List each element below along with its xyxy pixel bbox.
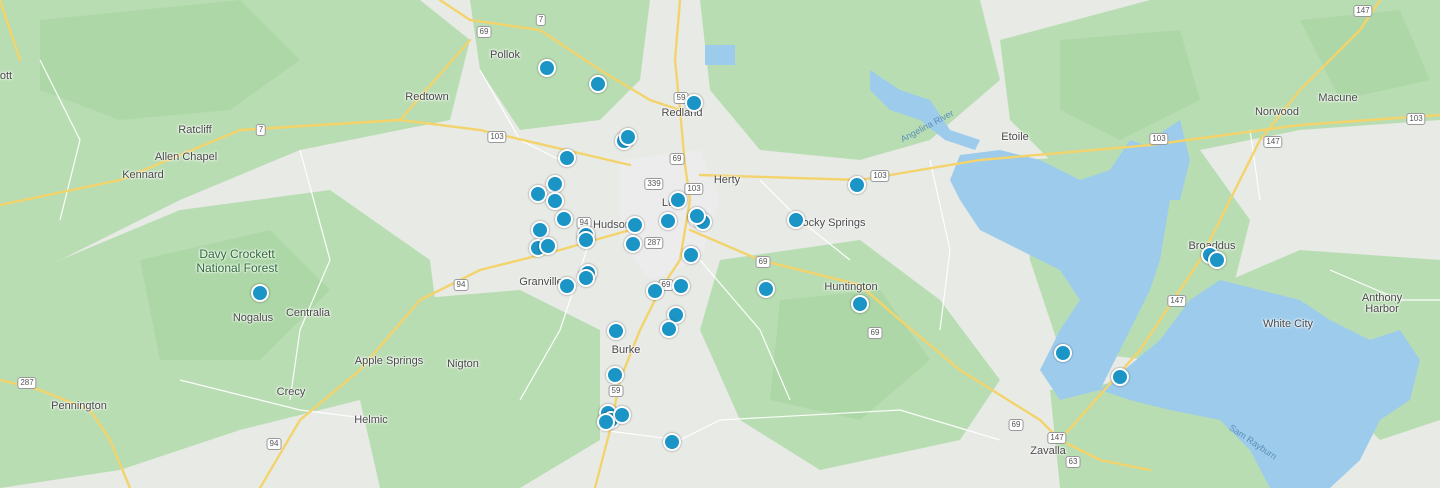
forest-label: Davy Crockett National Forest (196, 247, 277, 275)
location-marker[interactable] (672, 277, 690, 295)
location-marker[interactable] (688, 207, 706, 225)
highway-shield-s287a: 287 (644, 237, 664, 249)
location-marker[interactable] (669, 191, 687, 209)
place-label-kennard: Kennard (122, 169, 164, 181)
location-marker[interactable] (851, 295, 869, 313)
highway-shield-s7b: 7 (255, 124, 267, 136)
place-label-apple-springs: Apple Springs (354, 355, 424, 367)
location-marker[interactable] (607, 322, 625, 340)
highway-shield-s147d: 147 (1047, 432, 1067, 444)
place-label-zavalla: Zavalla (1030, 445, 1066, 457)
highway-shield-s69a: 69 (476, 26, 492, 38)
place-label-herty: Herty (713, 174, 741, 186)
highway-shield-s287b: 287 (17, 377, 37, 389)
map-view[interactable]: Pollok Redtown Ratcliff Allen Chapel Kennard… (0, 0, 1440, 488)
highway-shield-s94c: 94 (266, 438, 282, 450)
place-label-nigton: Nigton (447, 358, 479, 370)
highway-shield-s69d: 69 (755, 256, 771, 268)
highway-shield-s103a: 103 (487, 131, 507, 143)
highway-shield-s147b: 147 (1263, 136, 1283, 148)
highway-shield-s147c: 147 (1167, 295, 1187, 307)
highway-shield-s7a: 7 (535, 14, 547, 26)
place-label-allen-chapel: Allen Chapel (154, 151, 218, 163)
location-marker[interactable] (848, 176, 866, 194)
location-marker[interactable] (787, 211, 805, 229)
highway-shield-s103c: 103 (870, 170, 890, 182)
location-marker[interactable] (626, 216, 644, 234)
place-label-helmic: Helmic (354, 414, 388, 426)
place-label-pollok: Pollok (490, 49, 520, 61)
location-marker[interactable] (613, 406, 631, 424)
location-marker[interactable] (619, 128, 637, 146)
place-label-norwood: Norwood (1254, 106, 1300, 118)
place-label-harbor: Harbor (1365, 303, 1399, 315)
location-marker[interactable] (663, 433, 681, 451)
forest-label-line2: National Forest (196, 261, 278, 275)
place-label-redtown: Redtown (405, 91, 449, 103)
location-marker[interactable] (660, 320, 678, 338)
location-marker[interactable] (558, 149, 576, 167)
location-marker[interactable] (597, 413, 615, 431)
place-label-granville: Granville (519, 276, 563, 288)
location-marker[interactable] (558, 277, 576, 295)
place-label-centralia: Centralia (285, 307, 331, 319)
location-marker[interactable] (1208, 251, 1226, 269)
place-label-white-city: White City (1262, 318, 1314, 330)
highway-shield-s69b: 69 (669, 153, 685, 165)
location-marker[interactable] (555, 210, 573, 228)
location-marker[interactable] (538, 59, 556, 77)
place-label-crecy: Crecy (276, 386, 306, 398)
highway-shield-s147a: 147 (1353, 5, 1373, 17)
location-marker[interactable] (682, 246, 700, 264)
location-marker[interactable] (539, 237, 557, 255)
place-label-edge-ott: ott (0, 70, 13, 82)
location-marker[interactable] (685, 94, 703, 112)
highway-shield-s69e: 69 (867, 327, 883, 339)
location-marker[interactable] (606, 366, 624, 384)
place-label-etoile: Etoile (1001, 131, 1029, 143)
highway-shield-s103b: 103 (684, 183, 704, 195)
location-marker[interactable] (546, 192, 564, 210)
highway-shield-s103d: 103 (1149, 133, 1169, 145)
location-marker[interactable] (577, 269, 595, 287)
location-marker[interactable] (577, 231, 595, 249)
place-label-macune: Macune (1318, 92, 1358, 104)
location-marker[interactable] (546, 175, 564, 193)
location-marker[interactable] (1054, 344, 1072, 362)
highway-shield-s63: 63 (1065, 456, 1081, 468)
location-marker[interactable] (1111, 368, 1129, 386)
highway-shield-s94b: 94 (453, 279, 469, 291)
highway-shield-s59b: 59 (608, 385, 624, 397)
place-label-pennington: Pennington (51, 400, 107, 412)
location-marker[interactable] (757, 280, 775, 298)
location-marker[interactable] (624, 235, 642, 253)
location-marker[interactable] (529, 185, 547, 203)
highway-shield-s339: 339 (644, 178, 664, 190)
highway-shield-s103e: 103 (1406, 113, 1426, 125)
forest-label-line1: Davy Crockett (199, 247, 275, 261)
place-label-huntington: Huntington (824, 281, 878, 293)
place-label-nogalus: Nogalus (232, 312, 274, 324)
place-label-burke: Burke (611, 344, 641, 356)
place-label-rocky-springs: Rocky Springs (794, 217, 866, 229)
location-marker[interactable] (659, 212, 677, 230)
location-marker[interactable] (589, 75, 607, 93)
location-marker[interactable] (646, 282, 664, 300)
place-label-ratcliff: Ratcliff (178, 124, 212, 136)
highway-shield-s69f: 69 (1008, 419, 1024, 431)
location-marker[interactable] (251, 284, 269, 302)
